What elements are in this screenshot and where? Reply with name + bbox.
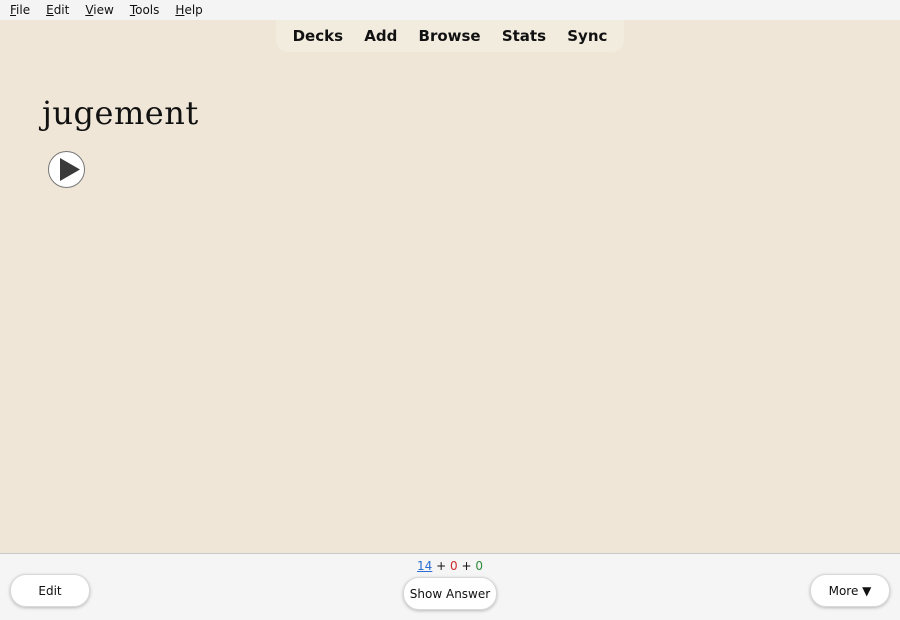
more-button[interactable]: More ▼ — [810, 574, 890, 607]
review-count: 0 — [475, 559, 483, 573]
new-count[interactable]: 14 — [417, 559, 432, 573]
menu-bar: File Edit View Tools Help — [0, 0, 900, 20]
menu-help[interactable]: Help — [165, 0, 208, 20]
count-separator: + — [457, 559, 476, 573]
menu-view-label: iew — [93, 3, 114, 17]
menu-tools-label: ools — [135, 3, 160, 17]
toolbar-decks[interactable]: Decks — [293, 27, 343, 45]
menu-edit-label: dit — [53, 3, 70, 17]
main-toolbar: Decks Add Browse Stats Sync — [276, 20, 624, 52]
card-front: jugement — [0, 52, 900, 552]
card-front-text: jugement — [42, 94, 199, 132]
play-audio-button[interactable] — [48, 151, 85, 188]
show-answer-button[interactable]: Show Answer — [403, 577, 497, 610]
menu-edit[interactable]: Edit — [36, 0, 75, 20]
toolbar-add[interactable]: Add — [364, 27, 397, 45]
toolbar-sync[interactable]: Sync — [567, 27, 607, 45]
menu-tools[interactable]: Tools — [120, 0, 166, 20]
menu-view[interactable]: View — [75, 0, 119, 20]
toolbar-browse[interactable]: Browse — [419, 27, 481, 45]
bottom-bar: 14 + 0 + 0 Edit Show Answer More ▼ — [0, 553, 900, 620]
menu-file[interactable]: File — [0, 0, 36, 20]
menu-help-label: elp — [184, 3, 203, 17]
count-separator: + — [432, 559, 450, 573]
toolbar-stats[interactable]: Stats — [502, 27, 546, 45]
menu-file-label: ile — [16, 3, 31, 17]
learn-count: 0 — [450, 559, 458, 573]
edit-button[interactable]: Edit — [10, 574, 90, 607]
play-icon — [60, 158, 80, 181]
review-counts: 14 + 0 + 0 — [0, 559, 900, 573]
menu-edit-mnemonic: E — [46, 3, 54, 17]
